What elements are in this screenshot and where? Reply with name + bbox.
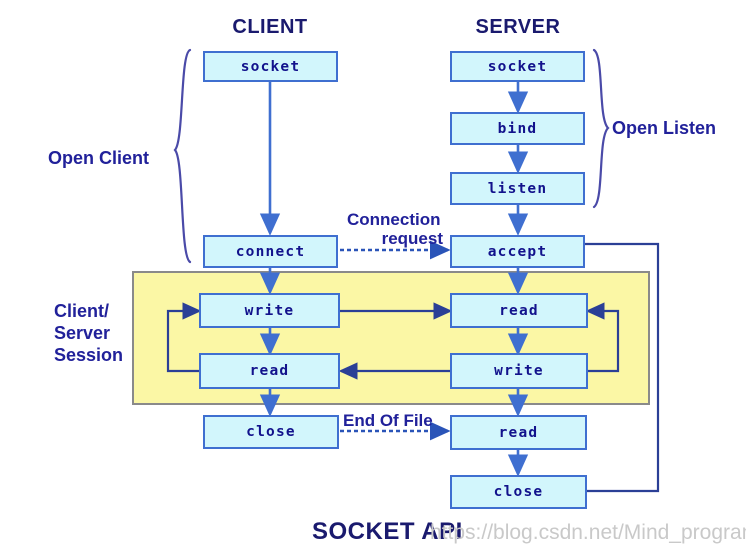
label-end-of-file: End Of File (343, 411, 433, 430)
column-header-client: CLIENT (232, 16, 308, 38)
node-client-read[interactable]: read (199, 353, 340, 389)
label-open-listen: Open Listen (612, 118, 717, 138)
node-server-bind[interactable]: bind (450, 112, 585, 145)
socket-api-diagram: CLIENT SERVER Open Client Open Listen Cl… (0, 0, 746, 559)
node-server-read-session[interactable]: read (450, 293, 588, 328)
column-header-server: SERVER (475, 16, 561, 38)
node-server-close[interactable]: close (450, 475, 587, 509)
label-connection-request: Connection request (347, 210, 443, 248)
diagram-title: SOCKET API (312, 518, 463, 545)
session-label-line-3: Session (54, 345, 124, 365)
node-client-connect[interactable]: connect (203, 235, 338, 268)
session-label-line-2: Server (54, 323, 111, 343)
node-server-listen[interactable]: listen (450, 172, 585, 205)
brace-open-listen (592, 48, 610, 209)
node-client-close[interactable]: close (203, 415, 339, 449)
brace-open-client (173, 48, 192, 264)
node-server-accept[interactable]: accept (450, 235, 585, 268)
node-server-socket[interactable]: socket (450, 51, 585, 82)
connection-request-line-1: Connection (347, 210, 441, 229)
connection-request-line-2: request (381, 229, 443, 248)
session-label-line-1: Client/ (54, 301, 110, 321)
label-client-server-session: Client/ Server Session (54, 300, 123, 366)
node-server-read-eof[interactable]: read (450, 415, 587, 450)
node-server-write-session[interactable]: write (450, 353, 588, 389)
node-client-write[interactable]: write (199, 293, 340, 328)
connector-layer (132, 48, 660, 493)
label-open-client: Open Client (48, 148, 150, 168)
node-client-socket[interactable]: socket (203, 51, 338, 82)
